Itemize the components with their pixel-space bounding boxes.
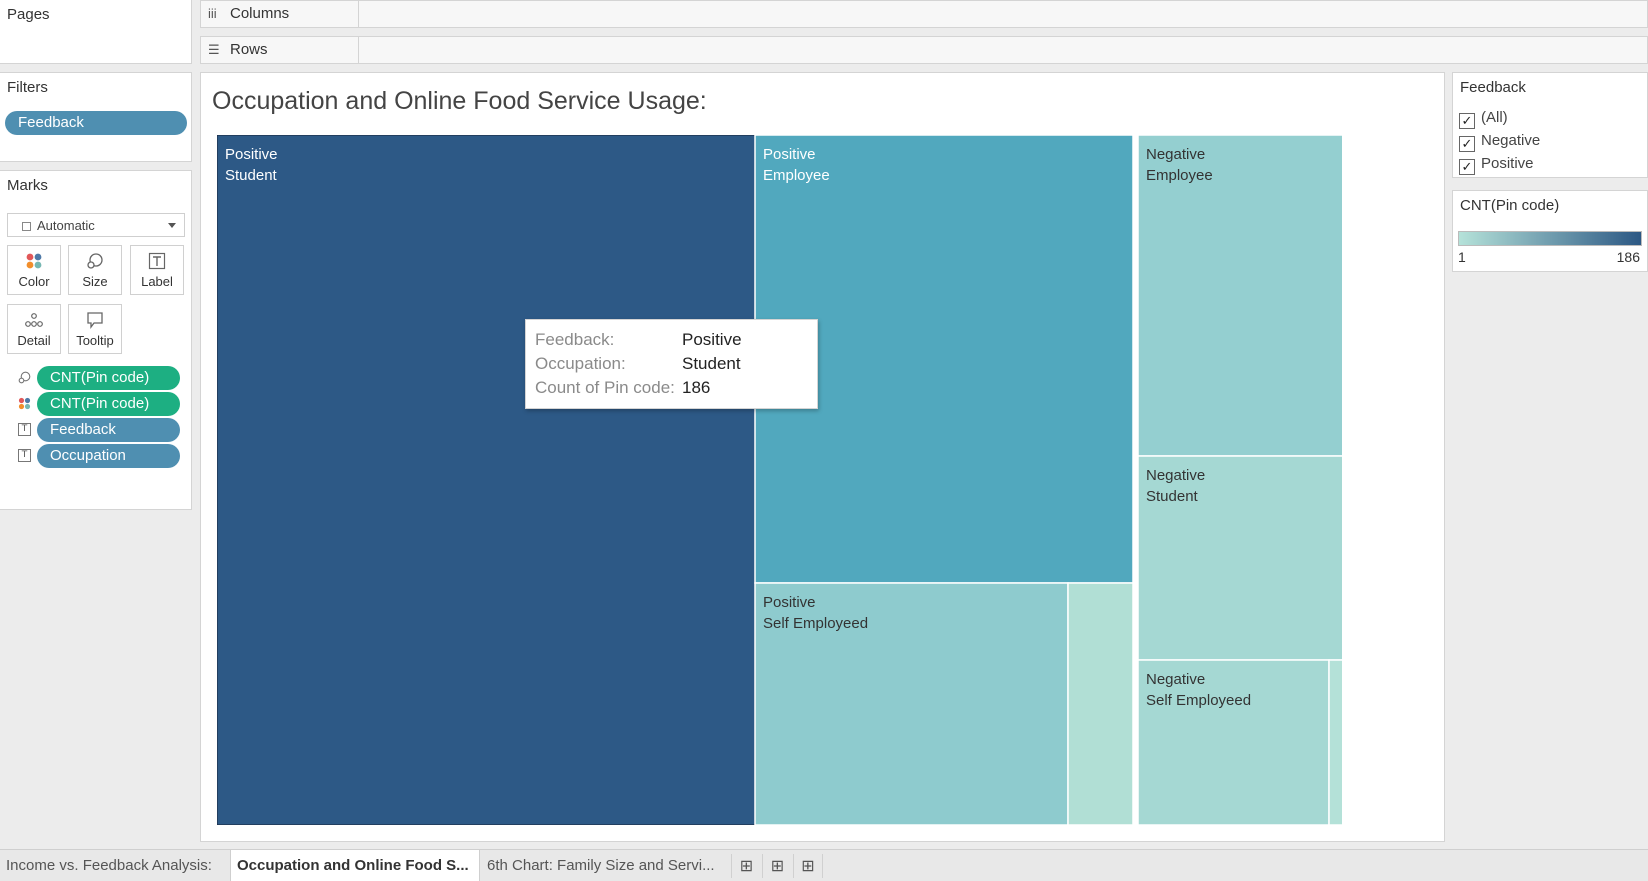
tooltip-key: Occupation:: [535, 354, 626, 373]
mark-type-dropdown[interactable]: Automatic: [7, 213, 185, 237]
treemap-label-feedback: Negative: [1146, 467, 1205, 484]
new-story-icon[interactable]: ⊞: [793, 854, 823, 878]
new-dashboard-icon[interactable]: ⊞: [762, 854, 792, 878]
feedback-filter-card: Feedback ✓ (All) ✓ Negative ✓ Positive: [1452, 72, 1648, 178]
detail-button[interactable]: Detail: [7, 304, 61, 354]
label-button[interactable]: Label: [130, 245, 184, 295]
square-icon: [22, 222, 31, 231]
tooltip-key: Count of Pin code:: [535, 378, 675, 397]
mark-tooltip: Feedback: Positive Occupation: Student Cou…: [525, 319, 818, 409]
feedback-filter-title: Feedback: [1460, 79, 1526, 96]
tab-occupation[interactable]: Occupation and Online Food S...: [230, 850, 480, 881]
label-label: Label: [141, 274, 173, 289]
treemap-label-occupation: Student: [1146, 488, 1199, 505]
checkbox-checked-icon[interactable]: ✓: [1459, 159, 1475, 175]
size-label: Size: [82, 274, 108, 289]
treemap-cell-negative-house-wife[interactable]: [1328, 659, 1342, 825]
color-label: Color: [18, 274, 50, 289]
mark-pill-color[interactable]: CNT(Pin code): [37, 392, 180, 416]
filter-option-positive[interactable]: ✓ Positive: [1459, 155, 1534, 175]
mark-type-value: Automatic: [37, 218, 95, 233]
treemap-label-occupation: Employee: [763, 167, 830, 184]
size-icon: [18, 371, 31, 384]
rows-shelf-label: ☰ Rows: [201, 37, 359, 63]
size-icon: [69, 252, 121, 274]
filter-option-negative[interactable]: ✓ Negative: [1459, 132, 1540, 152]
filter-option-all[interactable]: ✓ (All): [1459, 109, 1508, 129]
mark-pill-feedback[interactable]: Feedback: [37, 418, 180, 442]
color-button[interactable]: Color: [7, 245, 61, 295]
detail-icon: [8, 311, 60, 333]
treemap-label-feedback: Positive: [225, 146, 278, 163]
tooltip-row-occupation: Occupation: Student: [535, 354, 817, 378]
rows-text: Rows: [230, 41, 268, 58]
treemap-cell-negative-student[interactable]: [1137, 455, 1342, 661]
size-button[interactable]: Size: [68, 245, 122, 295]
sheet-tab-bar: Income vs. Feedback Analysis: Occupation…: [0, 849, 1648, 881]
text-icon: T: [18, 423, 31, 436]
color-ramp-min: 1: [1458, 249, 1466, 265]
text-icon: T: [18, 449, 31, 462]
treemap-label-feedback: Negative: [1146, 146, 1205, 163]
color-legend-card: CNT(Pin code) 1 186: [1452, 190, 1648, 272]
tooltip-value: 186: [682, 378, 711, 397]
new-worksheet-icon[interactable]: ⊞: [731, 854, 761, 878]
worksheet-view: Occupation and Online Food Service Usage…: [200, 72, 1445, 842]
filter-option-label: Negative: [1481, 132, 1541, 149]
rows-icon: ☰: [208, 42, 220, 57]
filters-title: Filters: [7, 79, 48, 96]
color-icon: [8, 252, 60, 274]
mark-pill-occupation[interactable]: Occupation: [37, 444, 180, 468]
columns-shelf-label: iii Columns: [201, 1, 359, 27]
text-icon: [131, 252, 183, 274]
tooltip-row-count: Count of Pin code: 186: [535, 378, 817, 402]
chart-title: Occupation and Online Food Service Usage…: [212, 87, 707, 115]
color-ramp: [1458, 231, 1642, 246]
columns-icon: iii: [208, 6, 217, 21]
checkbox-checked-icon[interactable]: ✓: [1459, 136, 1475, 152]
treemap-cell-positive-student[interactable]: [217, 135, 756, 825]
treemap-label-feedback: Positive: [763, 146, 816, 163]
tooltip-row-feedback: Feedback: Positive: [535, 330, 817, 354]
treemap-cell-positive-house-wife[interactable]: [1067, 582, 1134, 825]
columns-text: Columns: [230, 5, 290, 22]
treemap-label-occupation: Self Employeed: [763, 615, 868, 632]
tooltip-label: Tooltip: [76, 333, 114, 348]
rows-shelf[interactable]: ☰ Rows: [200, 36, 1648, 64]
filter-pill-feedback[interactable]: Feedback: [5, 111, 187, 135]
treemap-label-occupation: Student: [225, 167, 278, 184]
checkbox-checked-icon[interactable]: ✓: [1459, 113, 1475, 129]
pages-card: Pages: [0, 0, 192, 64]
tooltip-button[interactable]: Tooltip: [68, 304, 122, 354]
color-legend-title: CNT(Pin code): [1460, 197, 1560, 214]
columns-shelf[interactable]: iii Columns: [200, 0, 1648, 28]
treemap-chart: Positive Student Positive Employee Positive S…: [217, 135, 1342, 825]
chevron-down-icon: [168, 223, 176, 228]
tab-income-vs-feedback[interactable]: Income vs. Feedback Analysis:: [0, 850, 228, 881]
treemap-label-occupation: Employee: [1146, 167, 1213, 184]
color-icon: [18, 397, 31, 410]
color-ramp-max: 186: [1616, 249, 1640, 265]
treemap-label-feedback: Negative: [1146, 671, 1205, 688]
filters-card: Filters Feedback: [0, 72, 192, 162]
treemap-label-feedback: Positive: [763, 594, 816, 611]
marks-title: Marks: [7, 177, 48, 194]
tooltip-value: Positive: [682, 330, 742, 349]
tooltip-icon: [69, 311, 121, 333]
detail-label: Detail: [17, 333, 51, 348]
tab-family-size[interactable]: 6th Chart: Family Size and Servi...: [481, 850, 731, 881]
tooltip-key: Feedback:: [535, 330, 615, 349]
tooltip-value: Student: [682, 354, 741, 373]
pages-title: Pages: [7, 6, 50, 23]
mark-pill-size[interactable]: CNT(Pin code): [37, 366, 180, 390]
treemap-label-occupation: Self Employeed: [1146, 692, 1251, 709]
filter-option-label: (All): [1481, 109, 1508, 126]
filter-option-label: Positive: [1481, 155, 1534, 172]
marks-card: Marks Automatic Color Size Label Detail …: [0, 170, 192, 510]
